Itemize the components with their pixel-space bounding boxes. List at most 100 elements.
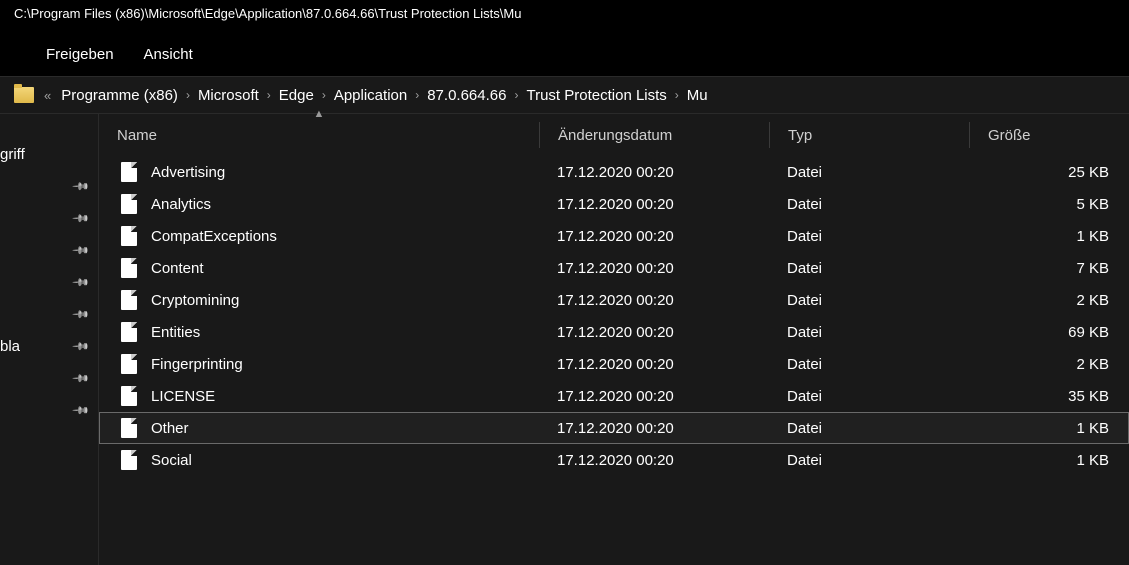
file-type: Datei: [769, 388, 969, 405]
file-name-cell: LICENSE: [99, 386, 539, 406]
address-bar[interactable]: « Programme (x86) › Microsoft › Edge › Applica…: [0, 76, 1129, 114]
file-name-cell: Entities: [99, 322, 539, 342]
file-size: 1 KB: [969, 420, 1129, 437]
file-name-cell: CompatExceptions: [99, 226, 539, 246]
sidebar-item-label: griff: [0, 146, 25, 163]
sidebar-item[interactable]: bla📌: [0, 330, 98, 362]
sidebar-item[interactable]: griff: [0, 138, 98, 170]
window-title: C:\Program Files (x86)\Microsoft\Edge\Ap…: [0, 0, 1129, 32]
file-name-cell: Analytics: [99, 194, 539, 214]
file-icon: [121, 354, 137, 374]
file-date: 17.12.2020 00:20: [539, 388, 769, 405]
chevron-right-icon[interactable]: ›: [265, 88, 273, 102]
pin-icon: 📌: [72, 273, 91, 292]
breadcrumb: Programme (x86) › Microsoft › Edge › Applicati…: [61, 87, 707, 104]
file-date: 17.12.2020 00:20: [539, 292, 769, 309]
file-name: Social: [151, 452, 192, 469]
breadcrumb-segment[interactable]: Trust Protection Lists: [526, 87, 666, 104]
file-type: Datei: [769, 228, 969, 245]
pin-icon: 📌: [72, 305, 91, 324]
sidebar-item[interactable]: 📌: [0, 234, 98, 266]
file-name-cell: Other: [99, 418, 539, 438]
sidebar-item[interactable]: 📌: [0, 202, 98, 234]
chevron-right-icon[interactable]: ›: [184, 88, 192, 102]
column-size[interactable]: Größe: [969, 122, 1129, 148]
file-name-cell: Cryptomining: [99, 290, 539, 310]
menu-bar: Freigeben Ansicht: [0, 32, 1129, 76]
sidebar-item-label: bla: [0, 338, 20, 355]
chevron-right-icon[interactable]: ›: [673, 88, 681, 102]
sidebar-item[interactable]: 📌: [0, 394, 98, 426]
menu-share[interactable]: Freigeben: [46, 46, 114, 63]
file-name: Fingerprinting: [151, 356, 243, 373]
file-icon: [121, 386, 137, 406]
file-row[interactable]: Other17.12.2020 00:20Datei1 KB: [99, 412, 1129, 444]
pin-icon: 📌: [72, 177, 91, 196]
file-name-cell: Content: [99, 258, 539, 278]
breadcrumb-segment[interactable]: 87.0.664.66: [427, 87, 506, 104]
sort-ascending-icon: ▲: [314, 108, 325, 120]
file-date: 17.12.2020 00:20: [539, 164, 769, 181]
sidebar-item[interactable]: 📌: [0, 170, 98, 202]
file-icon: [121, 258, 137, 278]
breadcrumb-segment[interactable]: Application: [334, 87, 407, 104]
file-icon: [121, 322, 137, 342]
file-name: Advertising: [151, 164, 225, 181]
file-date: 17.12.2020 00:20: [539, 356, 769, 373]
sidebar-item[interactable]: 📌: [0, 298, 98, 330]
file-size: 2 KB: [969, 356, 1129, 373]
chevron-right-icon[interactable]: ›: [413, 88, 421, 102]
sidebar-item[interactable]: 📌: [0, 362, 98, 394]
file-type: Datei: [769, 196, 969, 213]
breadcrumb-segment[interactable]: Programme (x86): [61, 87, 178, 104]
column-headers: Name ▲ Änderungsdatum Typ Größe: [99, 114, 1129, 156]
file-row[interactable]: Social17.12.2020 00:20Datei1 KB: [99, 444, 1129, 476]
folder-icon: [14, 87, 34, 103]
file-icon: [121, 450, 137, 470]
file-name: Analytics: [151, 196, 211, 213]
column-name[interactable]: Name ▲: [99, 122, 539, 148]
file-date: 17.12.2020 00:20: [539, 324, 769, 341]
file-icon: [121, 290, 137, 310]
file-type: Datei: [769, 164, 969, 181]
file-size: 2 KB: [969, 292, 1129, 309]
file-row[interactable]: Entities17.12.2020 00:20Datei69 KB: [99, 316, 1129, 348]
file-name: Cryptomining: [151, 292, 239, 309]
history-overflow-icon[interactable]: «: [44, 88, 51, 103]
file-type: Datei: [769, 324, 969, 341]
file-row[interactable]: LICENSE 17.12.2020 00:20Datei35 KB: [99, 380, 1129, 412]
file-size: 35 KB: [969, 388, 1129, 405]
file-date: 17.12.2020 00:20: [539, 196, 769, 213]
file-size: 7 KB: [969, 260, 1129, 277]
file-row[interactable]: Analytics 17.12.2020 00:20Datei5 KB: [99, 188, 1129, 220]
column-name-label: Name: [117, 127, 157, 144]
column-modified[interactable]: Änderungsdatum: [539, 122, 769, 148]
pin-icon: 📌: [72, 241, 91, 260]
chevron-right-icon[interactable]: ›: [320, 88, 328, 102]
file-row[interactable]: Cryptomining17.12.2020 00:20Datei2 KB: [99, 284, 1129, 316]
file-size: 69 KB: [969, 324, 1129, 341]
file-row[interactable]: Advertising17.12.2020 00:20Datei25 KB: [99, 156, 1129, 188]
file-date: 17.12.2020 00:20: [539, 228, 769, 245]
pin-icon: 📌: [72, 369, 91, 388]
chevron-right-icon[interactable]: ›: [512, 88, 520, 102]
pin-icon: 📌: [72, 401, 91, 420]
file-type: Datei: [769, 356, 969, 373]
file-name: LICENSE: [151, 388, 215, 405]
breadcrumb-segment[interactable]: Microsoft: [198, 87, 259, 104]
sidebar-item[interactable]: 📌: [0, 266, 98, 298]
file-icon: [121, 226, 137, 246]
file-name: CompatExceptions: [151, 228, 277, 245]
file-icon: [121, 162, 137, 182]
file-name-cell: Advertising: [99, 162, 539, 182]
breadcrumb-segment[interactable]: Mu: [687, 87, 708, 104]
file-date: 17.12.2020 00:20: [539, 420, 769, 437]
breadcrumb-segment[interactable]: Edge: [279, 87, 314, 104]
file-row[interactable]: Content17.12.2020 00:20Datei7 KB: [99, 252, 1129, 284]
file-name: Content: [151, 260, 204, 277]
file-size: 5 KB: [969, 196, 1129, 213]
menu-view[interactable]: Ansicht: [144, 46, 193, 63]
column-type[interactable]: Typ: [769, 122, 969, 148]
file-row[interactable]: CompatExceptions17.12.2020 00:20Datei1 K…: [99, 220, 1129, 252]
file-row[interactable]: Fingerprinting 17.12.2020 00:20Datei2 KB: [99, 348, 1129, 380]
